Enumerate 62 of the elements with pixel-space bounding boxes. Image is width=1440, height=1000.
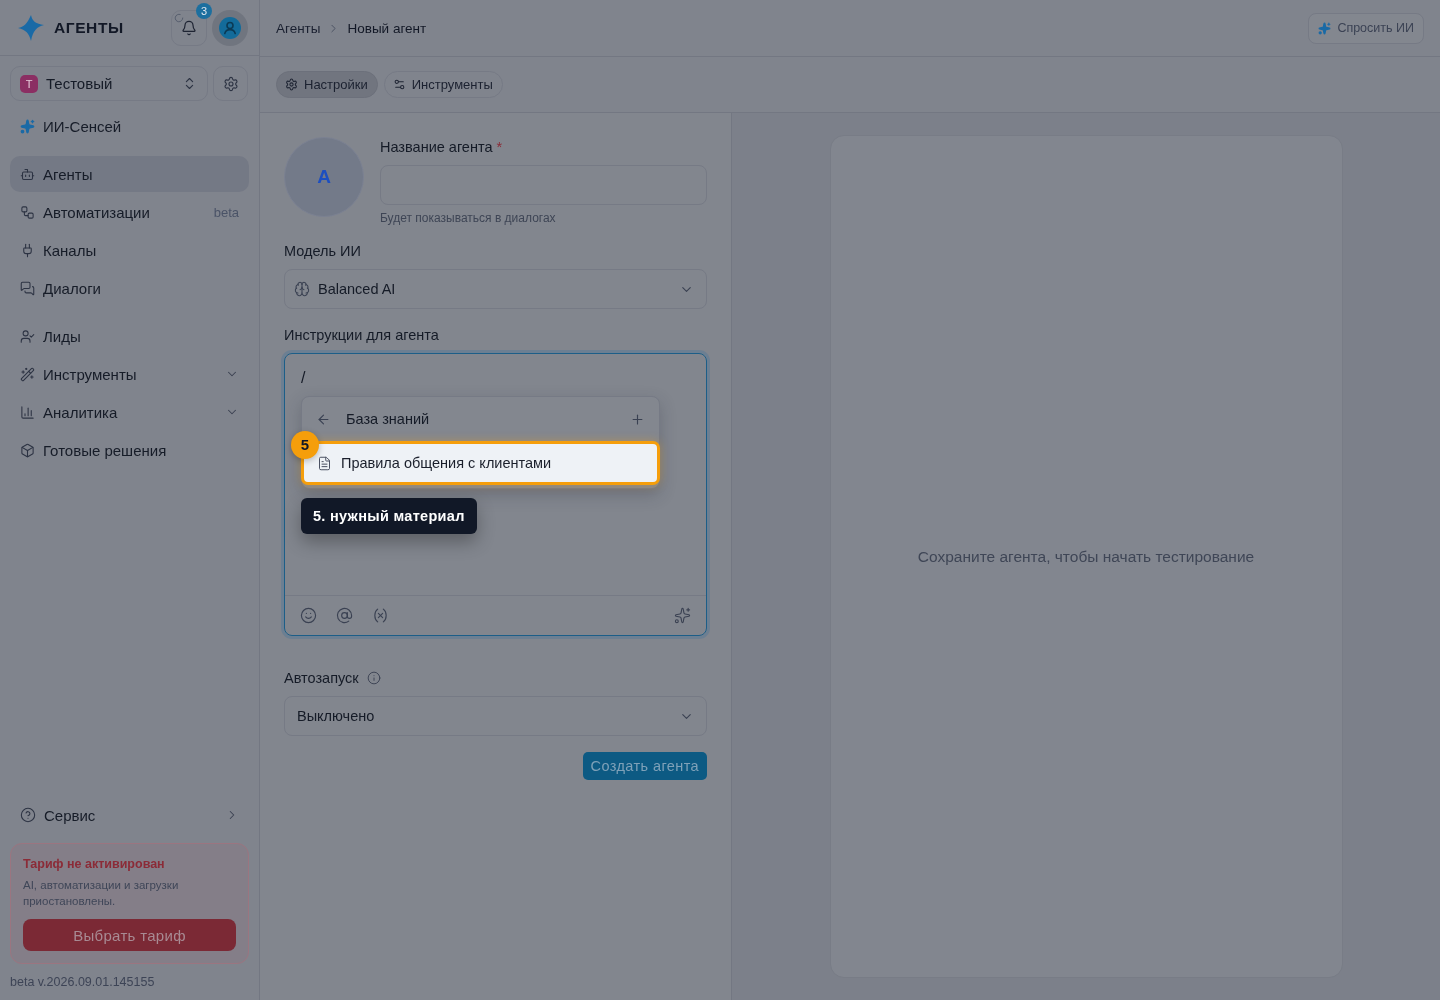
logo-icon (18, 14, 44, 41)
field-label: Модель ИИ (284, 242, 362, 260)
sensei-link[interactable]: ИИ-Сенсей (10, 108, 249, 144)
workspace-select[interactable]: Т Тестовый (10, 66, 208, 101)
user-check-icon (20, 328, 35, 344)
version-label: beta v.2026.09.01.145155 (9, 974, 156, 991)
robot-icon (20, 166, 35, 182)
workspace-settings-button[interactable] (213, 66, 248, 101)
magic-wand-icon (20, 366, 35, 382)
preview-message: Сохраните агента, чтобы начать тестирование (917, 547, 1255, 566)
editor-text: / (301, 369, 306, 387)
variable-icon[interactable] (372, 607, 389, 624)
sliders-icon (392, 78, 406, 91)
nav-item[interactable]: Инструменты (10, 356, 249, 392)
tooltip: 5. нужный материал (301, 498, 477, 534)
nav-item[interactable]: Лиды (10, 318, 249, 354)
instructions-editor[interactable]: / База знаний Правила общения с клиентами 5 5. нужный материал (284, 353, 707, 636)
breadcrumb-link[interactable]: Агенты (276, 20, 321, 36)
nav-item[interactable]: Аналитика (10, 394, 249, 430)
bell-icon (181, 19, 197, 36)
ask-ai-button[interactable]: Спросить ИИ (1308, 12, 1424, 44)
model-select[interactable]: Balanced AI (284, 269, 707, 309)
plus-icon[interactable] (630, 411, 645, 427)
nav-item[interactable]: Агенты (10, 156, 249, 192)
step-number: 5 (291, 431, 319, 459)
field-label: Название агента * (380, 138, 504, 156)
notification-count: 3 (196, 2, 212, 19)
field-label: Инструкции для агента (284, 326, 440, 344)
tab[interactable]: Настройки (276, 71, 378, 98)
workspace-initial: Т (20, 74, 38, 93)
smile-icon[interactable] (300, 607, 317, 624)
sparkle-icon (1318, 21, 1332, 35)
autostart-select[interactable]: Выключено (284, 696, 707, 736)
cube-icon (20, 442, 35, 458)
nav-item[interactable]: Готовые решения (10, 432, 249, 468)
document-icon (317, 455, 332, 471)
settings-icon (285, 78, 298, 91)
help-icon (20, 807, 36, 823)
breadcrumb-current: Новый агент (347, 20, 427, 36)
choose-plan-button[interactable]: Выбрать тариф (23, 919, 236, 951)
create-agent-button[interactable]: Создать агента (582, 752, 707, 780)
sparkles-icon[interactable] (674, 607, 691, 624)
brain-icon (294, 281, 310, 297)
at-sign-icon[interactable] (336, 607, 353, 624)
user-icon (219, 16, 241, 39)
field-hint: Будет показываться в диалогах (380, 210, 557, 226)
plug-icon (20, 242, 35, 258)
plan-title: Тариф не активирован (23, 856, 166, 872)
bar-chart-icon (20, 404, 35, 420)
user-avatar-button[interactable] (212, 9, 248, 46)
menu-title: База знаний (346, 411, 431, 427)
sparkle-icon (20, 118, 35, 134)
settings-icon (222, 75, 239, 92)
nav-item[interactable]: Диалоги (10, 270, 249, 306)
nav-item[interactable]: Каналы (10, 232, 249, 268)
chat-bubbles-icon (20, 280, 35, 296)
info-icon[interactable] (366, 671, 381, 685)
brand-name: АГЕНТЫ (54, 18, 124, 37)
field-label: Автозапуск (284, 669, 359, 687)
plan-description: AI, автоматизации и загрузки приостановлены. (23, 878, 180, 909)
nodes-icon (20, 204, 35, 220)
service-item[interactable]: Сервис (10, 797, 249, 833)
